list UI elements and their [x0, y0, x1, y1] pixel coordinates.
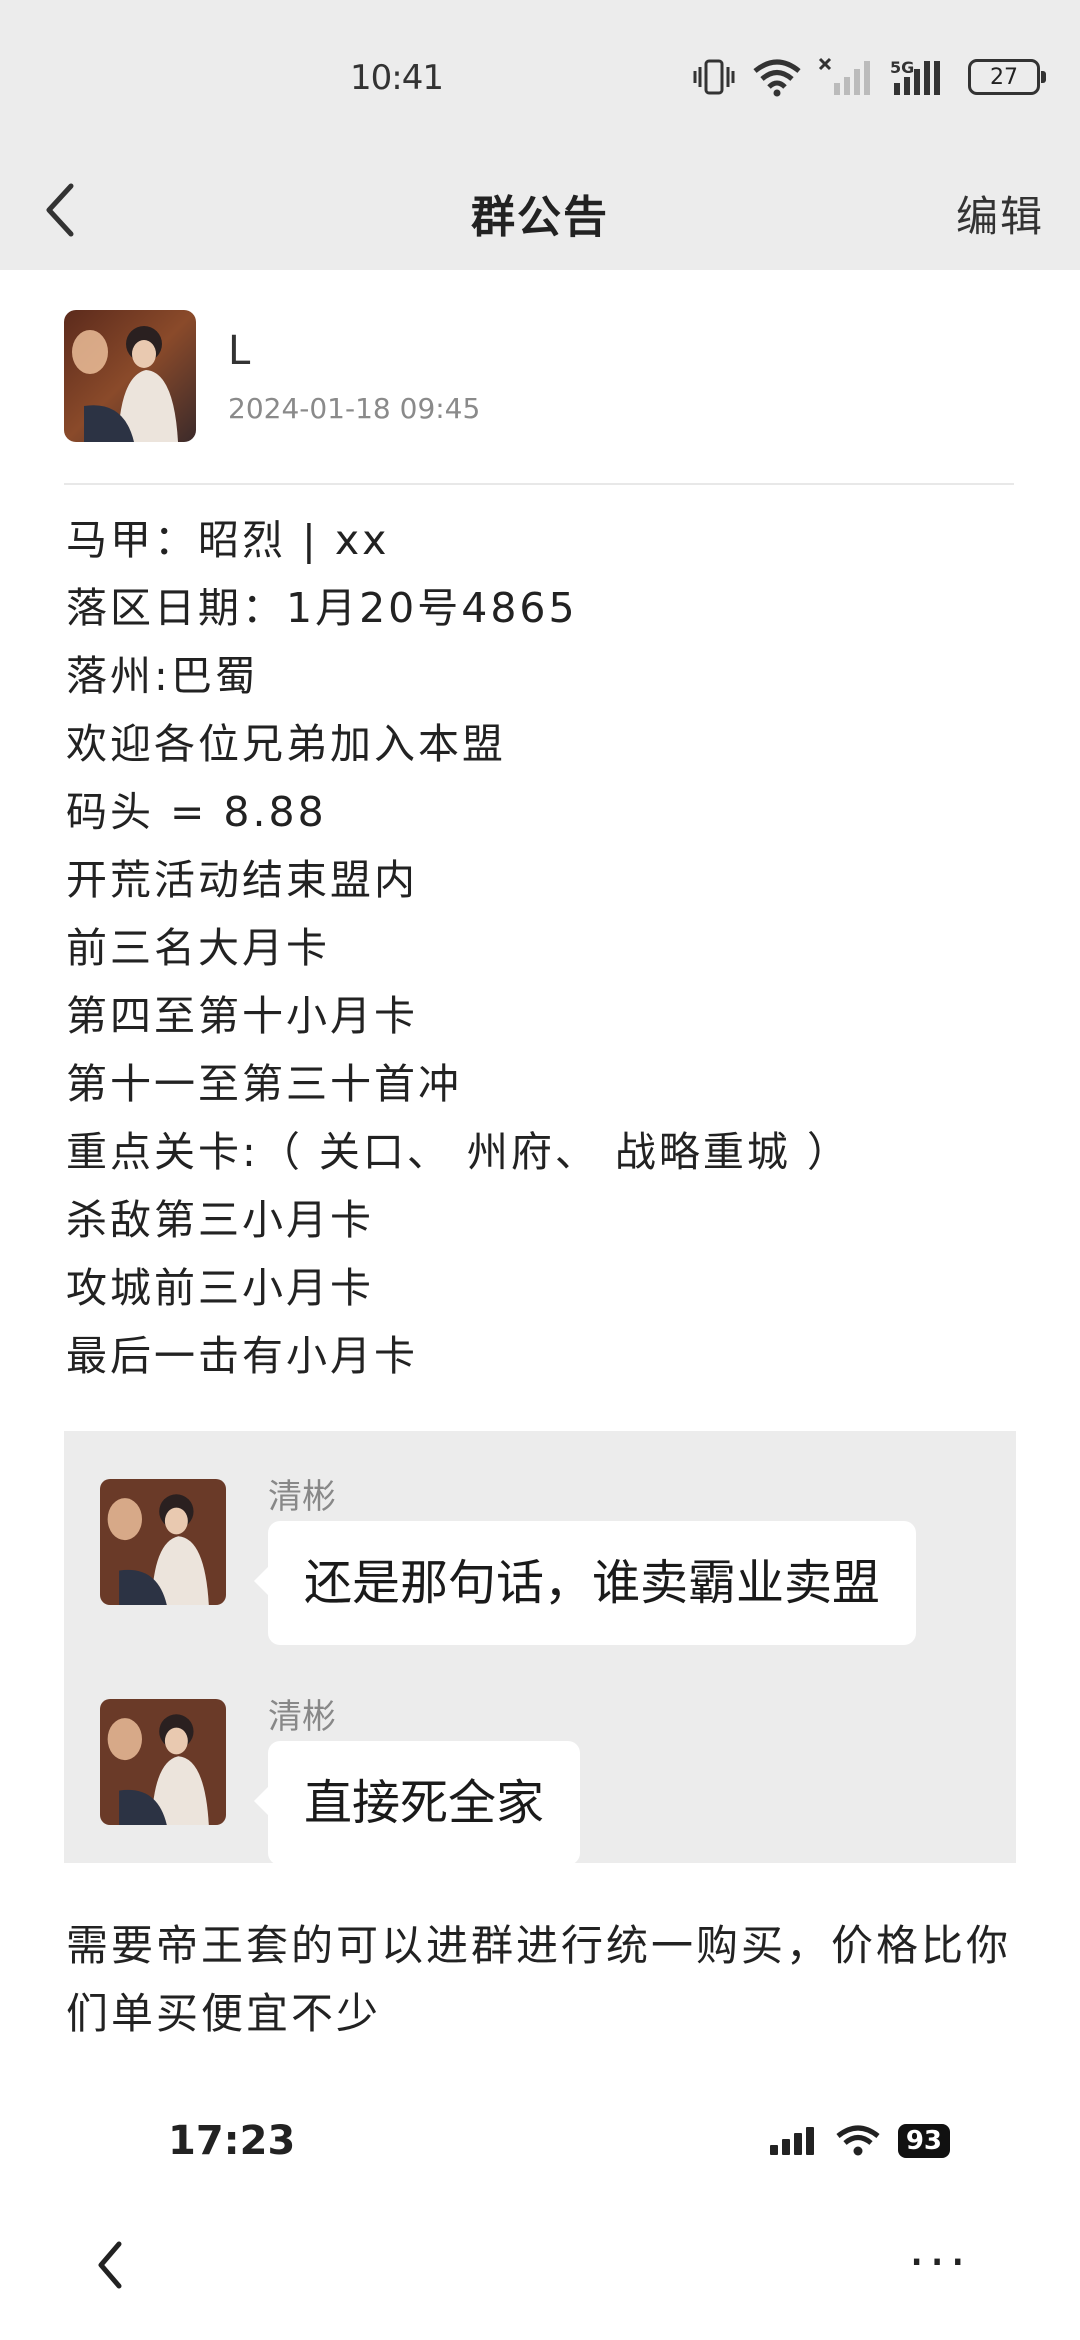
signal-no-service-icon — [818, 57, 874, 97]
divider — [64, 483, 1014, 485]
author-name: L — [228, 328, 251, 374]
wifi-icon — [752, 57, 802, 97]
post-date: 2024-01-18 09:45 — [228, 392, 481, 425]
embedded-status-time: 17:23 — [168, 2118, 296, 2164]
announcement-footer-text: 需要帝王套的可以进群进行统一购买，价格比你们单买便宜不少 — [66, 1921, 1012, 2038]
edit-button[interactable]: 编辑 — [956, 183, 1044, 244]
announcement-line: 马甲：昭烈 | xx — [66, 516, 390, 564]
announcement-line: 攻城前三小月卡 — [66, 1264, 374, 1312]
embedded-bottom-nav: ··· — [0, 2210, 1080, 2320]
embedded-status-bar: 17:23 93 — [0, 2110, 1080, 2180]
announcement-line: 欢迎各位兄弟加入本盟 — [66, 720, 506, 768]
author-avatar[interactable] — [64, 310, 196, 442]
status-bar: 10:41 5G 27 — [0, 0, 1080, 155]
vibrate-icon — [692, 57, 736, 97]
battery-icon: 27 — [968, 59, 1046, 95]
chevron-left-icon — [98, 2241, 122, 2289]
announcement-line: 码头 = 8.88 — [66, 788, 327, 836]
chat-screenshot[interactable]: 清彬 还是那句话，谁卖霸业卖盟 清彬 直接死全家 — [64, 1431, 1016, 1865]
announcement-line: 开荒活动结束盟内 — [66, 856, 418, 904]
announcement-body: 马甲：昭烈 | xx 落区日期：1月20号4865 落州:巴蜀 欢迎各位兄弟加入… — [66, 506, 1016, 1390]
chat-avatar — [100, 1479, 226, 1605]
announcement-line: 落州:巴蜀 — [66, 652, 259, 700]
announcement-line: 第四至第十小月卡 — [66, 992, 418, 1040]
signal-5g-icon: 5G — [890, 57, 952, 97]
announcement-line: 重点关卡:（ 关口、 州府、 战略重城 ） — [66, 1128, 851, 1176]
post-author-header: L 2024-01-18 09:45 — [64, 310, 1014, 450]
chat-bubble: 还是那句话，谁卖霸业卖盟 — [253, 1521, 917, 1645]
more-icon[interactable]: ··· — [908, 2237, 970, 2289]
embedded-battery-icon: 93 — [897, 2124, 950, 2158]
announcement-line: 第十一至第三十首冲 — [66, 1060, 462, 1108]
wifi-icon — [836, 2125, 880, 2156]
status-time: 10:41 — [350, 58, 444, 98]
announcement-line: 前三名大月卡 — [66, 924, 330, 972]
announcement-line: 落区日期：1月20号4865 — [66, 584, 578, 632]
chat-bubble: 直接死全家 — [253, 1741, 581, 1865]
announcement-line: 最后一击有小月卡 — [66, 1332, 418, 1380]
announcement-line: 杀敌第三小月卡 — [66, 1196, 374, 1244]
chat-avatar — [100, 1699, 226, 1825]
chat-sender-name: 清彬 — [268, 1697, 336, 1737]
page-title: 群公告 — [471, 192, 609, 243]
nav-bar: 群公告 编辑 — [0, 155, 1080, 270]
signal-icon — [769, 2127, 814, 2155]
svg-text:5G: 5G — [890, 58, 914, 77]
chat-sender-name: 清彬 — [268, 1477, 336, 1517]
status-icons: 5G 27 — [692, 52, 1046, 102]
embedded-status-icons: 93 — [768, 2124, 950, 2158]
embedded-back-button[interactable] — [95, 2230, 145, 2300]
